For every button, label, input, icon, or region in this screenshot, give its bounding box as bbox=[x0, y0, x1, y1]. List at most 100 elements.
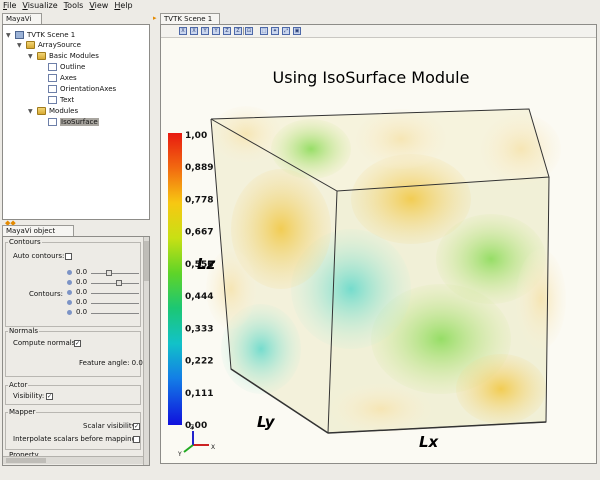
tab-tvtk-scene[interactable]: TVTK Scene 1 □ bbox=[160, 13, 220, 33]
contour-value: 0.0 bbox=[76, 278, 88, 286]
contour-spin-icon[interactable] bbox=[67, 310, 72, 315]
expanded-arrow-icon[interactable]: ▼ bbox=[17, 42, 24, 49]
view-z-plus-icon[interactable]: Z bbox=[223, 27, 231, 35]
scrollbar-thumb[interactable] bbox=[6, 458, 46, 463]
contour-slider-thumb[interactable] bbox=[105, 270, 112, 276]
drag-handle-icon[interactable]: ▸ bbox=[153, 14, 157, 22]
isosurface-volume bbox=[206, 106, 566, 434]
tree-item-orientationaxes[interactable]: OrientationAxes bbox=[48, 84, 116, 94]
tree-item-modules[interactable]: ▼ Modules bbox=[28, 106, 78, 116]
tab-object-editor[interactable]: MayaVi object editor bbox=[2, 225, 74, 245]
tree-item-label: IsoSurface bbox=[60, 118, 99, 126]
colorbar-tick-label: 0,333 bbox=[185, 324, 213, 334]
orientation-z-label: Z bbox=[190, 424, 194, 431]
expanded-arrow-icon[interactable]: ▼ bbox=[28, 108, 35, 115]
auto-contours-label: Auto contours: bbox=[13, 252, 65, 260]
compute-normals-checkbox[interactable]: ✓ bbox=[74, 340, 81, 347]
interpolate-scalars-checkbox[interactable] bbox=[133, 436, 140, 443]
vertical-scrollbar[interactable] bbox=[143, 237, 149, 465]
orientation-x-label: X bbox=[211, 444, 215, 451]
colorbar-tick-label: 0,222 bbox=[185, 357, 213, 367]
isometric-view-icon[interactable]: ⊡ bbox=[245, 27, 253, 35]
menu-bar: File Visualize Tools View Help bbox=[0, 0, 600, 12]
actor-group-title: Actor bbox=[8, 381, 29, 389]
tree-item-text[interactable]: Text bbox=[48, 95, 74, 105]
orientation-y-label: Y bbox=[177, 451, 182, 458]
expanded-arrow-icon[interactable]: ▼ bbox=[28, 53, 35, 60]
document-icon bbox=[48, 85, 57, 93]
auto-contours-checkbox[interactable] bbox=[65, 253, 72, 260]
contour-value: 0.0 bbox=[76, 288, 88, 296]
contour-spin-icon[interactable] bbox=[67, 300, 72, 305]
scalar-visibility-checkbox[interactable]: ✓ bbox=[133, 423, 140, 430]
folder-icon bbox=[26, 41, 35, 49]
menu-tools[interactable]: Tools bbox=[64, 0, 84, 12]
tab-scene-label: TVTK Scene 1 bbox=[164, 15, 213, 23]
contour-slider-track[interactable] bbox=[91, 293, 139, 294]
contour-slider-track[interactable] bbox=[91, 273, 139, 274]
contour-slider-track[interactable] bbox=[91, 283, 139, 284]
tree-item-isosurface[interactable]: IsoSurface bbox=[48, 117, 99, 127]
feature-angle-label: Feature angle: 0.000 bbox=[79, 359, 150, 367]
folder-icon bbox=[37, 107, 46, 115]
tree-item-label: Basic Modules bbox=[49, 52, 99, 60]
menu-file[interactable]: File bbox=[3, 0, 16, 12]
pipeline-tree: ▼ TVTK Scene 1 ▼ ArraySource ▼ Basic Mod… bbox=[2, 24, 150, 220]
colorbar-tick-label: 1,00 bbox=[185, 131, 207, 141]
scrollbar-thumb[interactable] bbox=[144, 241, 149, 281]
menu-help[interactable]: Help bbox=[114, 0, 132, 12]
contour-slider-track[interactable] bbox=[91, 313, 139, 314]
axis-label-x: Lx bbox=[419, 433, 440, 451]
fullscreen-icon[interactable]: ⤢ bbox=[282, 27, 290, 35]
tab-mayavi-label: MayaVi bbox=[6, 15, 32, 23]
tree-item-arraysource[interactable]: ▼ ArraySource bbox=[17, 40, 81, 50]
view-z-minus-icon[interactable]: Z bbox=[234, 27, 242, 35]
tree-item-outline[interactable]: Outline bbox=[48, 62, 85, 72]
colorbar bbox=[168, 133, 182, 425]
tree-item-basic-modules[interactable]: ▼ Basic Modules bbox=[28, 51, 99, 61]
tvtk-scene-view[interactable]: X X Y Y Z Z ⊡ ⬚ ✦ ⤢ ▣ Using IsoSurface Module bbox=[160, 24, 597, 464]
view-x-plus-icon[interactable]: X bbox=[179, 27, 187, 35]
document-icon bbox=[48, 96, 57, 104]
document-icon bbox=[48, 74, 57, 82]
contour-spin-icon[interactable] bbox=[67, 280, 72, 285]
toolbar-separator bbox=[243, 27, 244, 35]
contour-spin-icon[interactable] bbox=[67, 270, 72, 275]
axes-toggle-icon[interactable]: ✦ bbox=[271, 27, 279, 35]
tree-item-label: ArraySource bbox=[38, 41, 81, 49]
normals-group bbox=[5, 331, 141, 377]
contours-group-title: Contours bbox=[8, 238, 42, 246]
tab-mayavi[interactable]: MayaVi bbox=[2, 13, 42, 24]
view-y-minus-icon[interactable]: Y bbox=[212, 27, 220, 35]
axis-label-y: Ly bbox=[257, 413, 276, 431]
contour-slider-thumb[interactable] bbox=[116, 280, 123, 286]
scene-canvas[interactable]: Using IsoSurface Module Lx Ly Lz 1,000,8… bbox=[161, 39, 596, 463]
tree-item-label: Text bbox=[60, 96, 75, 104]
save-icon[interactable]: ▣ bbox=[293, 27, 301, 35]
expanded-arrow-icon[interactable]: ▼ bbox=[6, 32, 13, 39]
visibility-checkbox[interactable]: ✓ bbox=[46, 393, 53, 400]
tree-item-axes[interactable]: Axes bbox=[48, 73, 77, 83]
colorbar-tick-label: 0,667 bbox=[185, 228, 213, 238]
scene-title: Using IsoSurface Module bbox=[273, 68, 470, 87]
horizontal-scrollbar[interactable] bbox=[3, 456, 143, 464]
parallel-projection-icon[interactable]: ⬚ bbox=[260, 27, 268, 35]
contour-value: 0.0 bbox=[76, 268, 88, 276]
tree-item-label: TVTK Scene 1 bbox=[27, 31, 76, 39]
menu-view[interactable]: View bbox=[89, 0, 108, 12]
scalar-visibility-label: Scalar visibility: bbox=[83, 422, 138, 430]
tree-item-tvtk-scene[interactable]: ▼ TVTK Scene 1 bbox=[6, 30, 75, 40]
tree-item-label: Outline bbox=[60, 63, 86, 71]
colorbar-tick-label: 0,889 bbox=[185, 163, 213, 173]
scene-toolbar: X X Y Y Z Z ⊡ ⬚ ✦ ⤢ ▣ bbox=[161, 25, 596, 38]
normals-group-title: Normals bbox=[8, 327, 39, 335]
view-y-plus-icon[interactable]: Y bbox=[201, 27, 209, 35]
view-x-minus-icon[interactable]: X bbox=[190, 27, 198, 35]
colorbar-tick-label: 0,444 bbox=[185, 292, 213, 302]
menu-visualize[interactable]: Visualize bbox=[22, 0, 57, 12]
visibility-label: Visibility: bbox=[13, 392, 45, 400]
contour-slider-track[interactable] bbox=[91, 303, 139, 304]
document-icon bbox=[48, 63, 57, 71]
colorbar-tick-label: 0,778 bbox=[185, 195, 213, 205]
contour-spin-icon[interactable] bbox=[67, 290, 72, 295]
